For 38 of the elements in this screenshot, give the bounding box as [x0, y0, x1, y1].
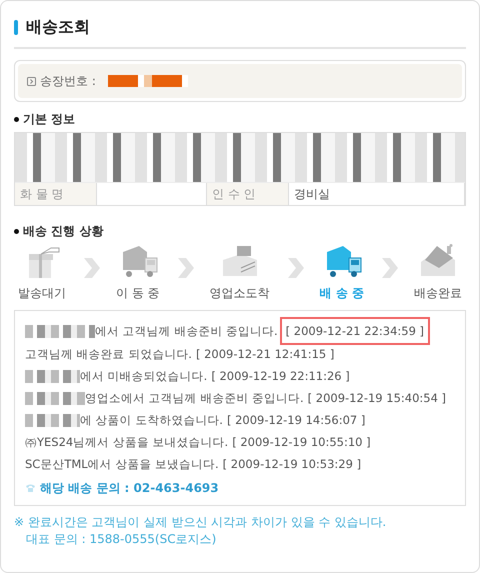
invoice-label: 송장번호 : — [40, 73, 96, 90]
event-time: [ 2009-12-21 22:34:59 ] — [282, 319, 428, 343]
step-label: 배송완료 — [414, 285, 462, 302]
contact-text: 해당 배송 문의 : 02-463-4693 — [40, 480, 219, 497]
event-time: [ 2009-12-19 10:53:29 ] — [222, 456, 362, 473]
step-label: 영업소도착 — [210, 285, 270, 302]
event-time: [ 2009-12-21 12:41:15 ] — [196, 346, 334, 363]
title-marker-icon — [14, 20, 18, 34]
chevron-icon — [380, 258, 398, 278]
event-text: 에 상품이 도착하였습니다. — [80, 412, 223, 429]
phone-icon — [25, 483, 36, 493]
event-text: 영업소에서 고객님께 배송준비 중입니다. — [85, 390, 304, 407]
event-text: 에서 미배송되었습니다. — [80, 368, 208, 385]
event-time: [ 2009-12-19 10:55:10 ] — [232, 434, 371, 451]
event-text: 에서 고객님께 배송준비 중입니다. — [95, 323, 278, 340]
field-label: 인 수 인 — [207, 183, 289, 205]
step-label: 발송대기 — [18, 285, 66, 302]
arrow-box-icon — [27, 76, 36, 86]
section-heading: 배송 진행 상황 — [23, 223, 104, 240]
event-time: [ 2009-12-19 15:40:54 ] — [308, 390, 446, 407]
section-heading: 기본 정보 — [23, 111, 76, 128]
bullet-icon — [14, 228, 19, 234]
chevron-icon — [176, 258, 194, 278]
event-text: ㈜YES24님께서 상품을 보내셨습니다. — [25, 434, 228, 451]
event-time: [ 2009-12-19 14:56:07 ] — [226, 412, 366, 429]
event-time: [ 2009-12-19 22:11:26 ] — [211, 368, 350, 385]
bullet-icon — [14, 116, 19, 122]
chevron-icon — [286, 258, 304, 278]
step-label: 배 송 중 — [320, 285, 364, 302]
field-label: 화 물 명 — [15, 183, 97, 205]
chevron-icon — [82, 258, 100, 278]
event-text: 고객님께 배송완료 되었습니다. — [25, 346, 192, 363]
page-title: 배송조회 — [26, 16, 90, 38]
event-text: SC문산TML에서 상품을 보냈습니다. — [25, 456, 219, 473]
note-text: 대표 문의 : 1588-0555(SC로지스) — [25, 531, 218, 548]
field-value: 경비실 — [289, 183, 465, 205]
step-label: 이 동 중 — [116, 285, 160, 302]
note-text: ※ 완료시간은 고객님이 실제 받으신 시각과 차이가 있을 수 있습니다. — [14, 514, 388, 531]
